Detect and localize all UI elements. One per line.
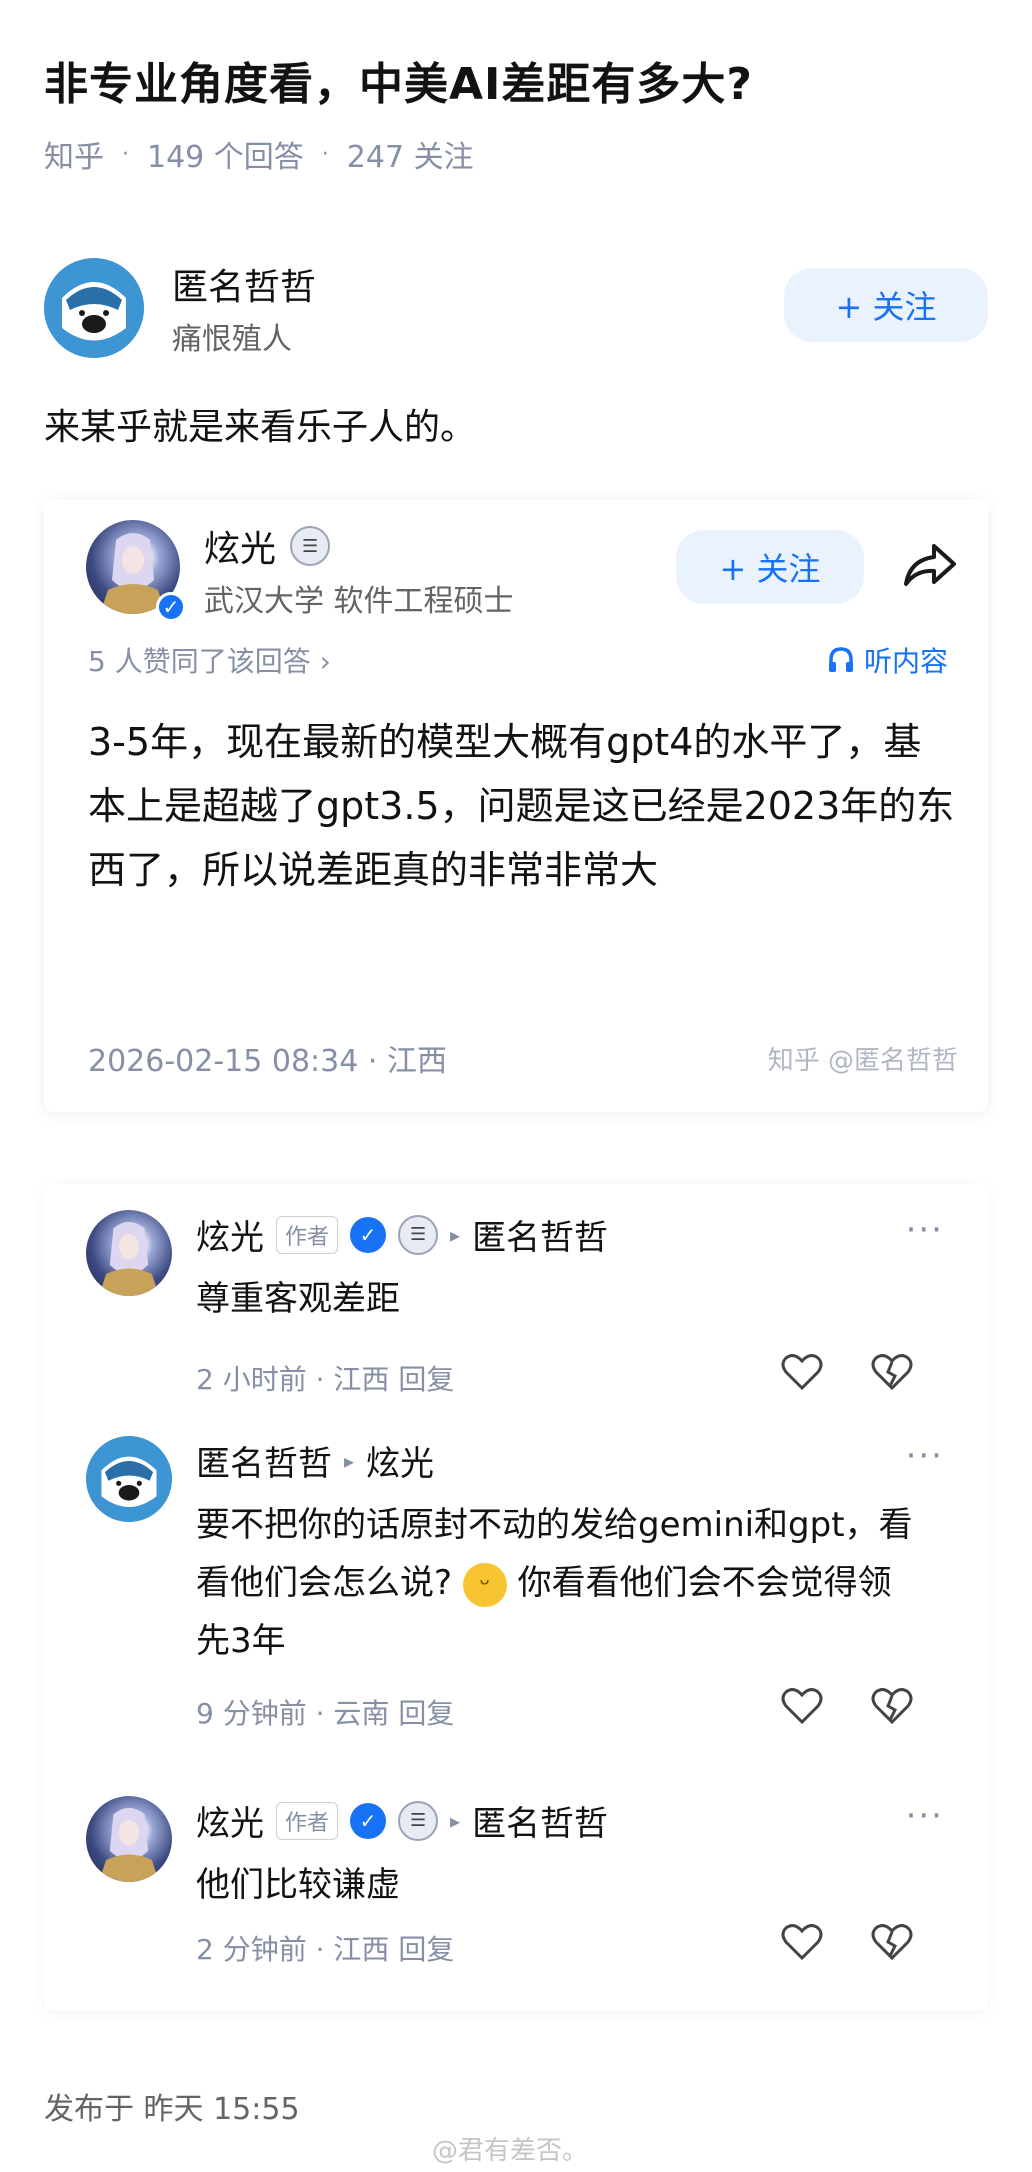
listen-button[interactable]: 听内容 bbox=[826, 640, 948, 680]
verified-icon: ✓ bbox=[350, 1802, 387, 1839]
page: 非专业角度看，中美AI差距有多大? 知乎 · 149 个回答 · 247 关注 … bbox=[0, 0, 1032, 2172]
mascot-avatar-icon bbox=[86, 1436, 172, 1522]
heart-icon[interactable] bbox=[780, 1352, 824, 1392]
more-dots-icon[interactable]: ··· bbox=[906, 1436, 944, 1476]
author-name[interactable]: 匿名哲哲 bbox=[172, 258, 316, 310]
author-bio: 痛恨殖人 bbox=[172, 322, 292, 357]
question-meta: 知乎 · 149 个回答 · 247 关注 bbox=[44, 132, 474, 176]
comment-meta[interactable]: 2 小时前 · 江西 回复 bbox=[196, 1358, 454, 1398]
broken-heart-icon[interactable] bbox=[870, 1922, 914, 1962]
reply-arrow-icon: ▸ bbox=[450, 1222, 461, 1247]
source-label[interactable]: 知乎 bbox=[44, 132, 104, 176]
broken-heart-icon[interactable] bbox=[870, 1352, 914, 1392]
comment-author-name[interactable]: 炫光 bbox=[196, 1210, 264, 1259]
question-title[interactable]: 非专业角度看，中美AI差距有多大? bbox=[44, 48, 753, 112]
more-dots-icon[interactable]: ··· bbox=[906, 1210, 944, 1250]
quoted-answer-card[interactable]: ✓ 炫光 ☰ 武汉大学 软件工程硕士 + 关注 5 人赞同了该回答 › 听内容 … bbox=[44, 500, 988, 1112]
comment-item: 炫光 作者 ✓ ☰ ▸ 匿名哲哲 ··· 他们比较谦虚 2 分钟前 · 江西 回… bbox=[44, 1796, 988, 1996]
reply-arrow-icon: ▸ bbox=[344, 1448, 355, 1473]
comment-author-name[interactable]: 炫光 bbox=[196, 1796, 264, 1845]
reply-to-name[interactable]: 匿名哲哲 bbox=[472, 1210, 608, 1259]
comment-text: 要不把你的话原封不动的发给gemini和gpt，看看他们会怎么说? ᵕ 你看看他… bbox=[196, 1496, 916, 1670]
quoted-author-name[interactable]: 炫光 bbox=[204, 520, 276, 572]
share-arrow-icon[interactable] bbox=[902, 540, 958, 590]
comment-meta[interactable]: 9 分钟前 · 云南 回复 bbox=[196, 1692, 454, 1732]
anime-avatar-icon bbox=[98, 1221, 160, 1296]
comment-avatar[interactable] bbox=[86, 1436, 172, 1522]
quoted-answer-text: 3-5年，现在最新的模型大概有gpt4的水平了，基本上是超越了gpt3.5，问题… bbox=[88, 720, 955, 892]
comments-section: 炫光 作者 ✓ ☰ ▸ 匿名哲哲 ··· 尊重客观差距 2 小时前 · 江西 回… bbox=[44, 1184, 988, 2010]
mascot-avatar-icon bbox=[44, 258, 144, 358]
verified-icon: ✓ bbox=[350, 1216, 387, 1253]
comment-item: 炫光 作者 ✓ ☰ ▸ 匿名哲哲 ··· 尊重客观差距 2 小时前 · 江西 回… bbox=[44, 1210, 988, 1410]
broken-heart-icon[interactable] bbox=[870, 1686, 914, 1726]
grin-emoji-icon: ᵕ bbox=[462, 1562, 507, 1607]
meta-dot: · bbox=[122, 141, 129, 167]
author-tag: 作者 bbox=[276, 1801, 339, 1840]
publish-time: 发布于 昨天 15:55 bbox=[44, 2092, 300, 2127]
quoted-answer-date: 2026-02-15 08:34 · 江西 bbox=[88, 1044, 447, 1079]
followers-count[interactable]: 247 关注 bbox=[347, 132, 474, 176]
quoted-author-bio: 武汉大学 软件工程硕士 bbox=[204, 584, 514, 619]
answers-count[interactable]: 149 个回答 bbox=[147, 132, 304, 176]
comment-item: 匿名哲哲 ▸ 炫光 ··· 要不把你的话原封不动的发给gemini和gpt，看看… bbox=[44, 1436, 988, 1766]
comment-avatar[interactable] bbox=[86, 1210, 172, 1296]
answer-text: 来某乎就是来看乐子人的。 bbox=[44, 407, 477, 448]
zhihu-watermark: 知乎 @匿名哲哲 bbox=[767, 1046, 958, 1076]
comment-header: 炫光 作者 ✓ ☰ ▸ 匿名哲哲 bbox=[196, 1210, 608, 1259]
comment-text: 尊重客观差距 bbox=[196, 1279, 400, 1319]
meta-dot: · bbox=[321, 141, 329, 167]
comment-avatar[interactable] bbox=[86, 1796, 172, 1882]
quoted-author-name-row: 炫光 ☰ bbox=[204, 520, 331, 572]
comment-author-name[interactable]: 匿名哲哲 bbox=[196, 1436, 332, 1485]
comment-text: 他们比较谦虚 bbox=[196, 1865, 400, 1905]
agree-count[interactable]: 5 人赞同了该回答 › bbox=[88, 640, 331, 680]
listen-label: 听内容 bbox=[863, 645, 948, 678]
heart-icon[interactable] bbox=[780, 1686, 824, 1726]
headphone-icon bbox=[828, 647, 853, 672]
follow-quoted-author-button[interactable]: + 关注 bbox=[676, 530, 864, 604]
level-badge-icon: ☰ bbox=[290, 526, 331, 566]
comment-header: 匿名哲哲 ▸ 炫光 bbox=[196, 1436, 434, 1485]
weibo-watermark: @君有差否。 bbox=[432, 2136, 589, 2166]
comment-header: 炫光 作者 ✓ ☰ ▸ 匿名哲哲 bbox=[196, 1796, 608, 1845]
reply-to-name[interactable]: 匿名哲哲 bbox=[472, 1796, 608, 1845]
reply-to-name[interactable]: 炫光 bbox=[366, 1436, 434, 1485]
anime-avatar-icon bbox=[98, 1807, 160, 1882]
level-badge-icon: ☰ bbox=[398, 1800, 439, 1841]
follow-author-button[interactable]: + 关注 bbox=[784, 268, 988, 342]
heart-icon[interactable] bbox=[780, 1922, 824, 1962]
answer-author-row: 匿名哲哲 痛恨殖人 + 关注 bbox=[44, 258, 988, 358]
verified-icon: ✓ bbox=[156, 592, 186, 622]
more-dots-icon[interactable]: ··· bbox=[906, 1796, 944, 1836]
author-tag: 作者 bbox=[276, 1215, 339, 1254]
level-badge-icon: ☰ bbox=[398, 1214, 439, 1255]
reply-arrow-icon: ▸ bbox=[450, 1808, 461, 1833]
author-avatar[interactable] bbox=[44, 258, 144, 358]
comment-meta[interactable]: 2 分钟前 · 江西 回复 bbox=[196, 1928, 454, 1968]
